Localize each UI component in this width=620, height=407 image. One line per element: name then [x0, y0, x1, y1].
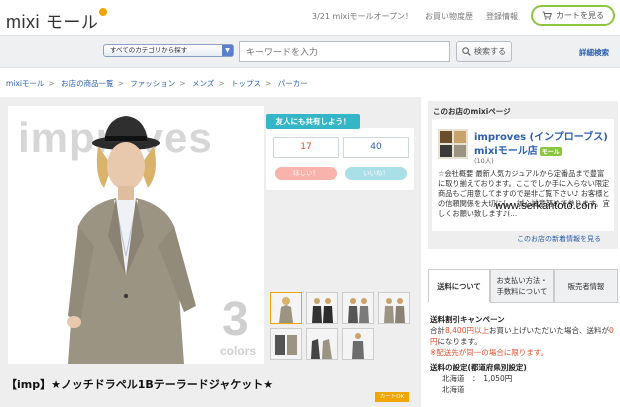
thumbnail-image	[343, 293, 373, 323]
search-button-label: 検索する	[474, 47, 506, 56]
thumbnail[interactable]	[306, 328, 338, 360]
tab-shipping[interactable]: 送料について	[428, 269, 490, 303]
thumbnail-image	[271, 293, 301, 323]
registration-info-link[interactable]: 登録情報	[486, 11, 518, 22]
product-title: 【imp】★ノッチドラペル1Bテーラードジャケット★	[6, 378, 274, 391]
breadcrumb-separator: >	[218, 79, 225, 88]
breadcrumb: mixiモール > お店の商品一覧 > ファッション > メンズ > トップス > パーカ…	[6, 78, 308, 89]
campaign-amount: 8,400円以上	[445, 326, 489, 335]
thumbnail[interactable]	[306, 292, 338, 324]
shop-avatar[interactable]	[438, 129, 468, 159]
mixi-mall-logo[interactable]: mixi モール	[6, 8, 108, 33]
want-count: 17	[273, 137, 339, 158]
tab-seller-info[interactable]: 販売者情報	[554, 269, 618, 303]
colors-label: colors	[220, 344, 257, 358]
shop-panel-title: このお店のmixiページ	[433, 107, 511, 116]
announce-link[interactable]: 3/21 mixiモールオープン！	[312, 11, 413, 22]
want-button[interactable]: ほしい！	[275, 167, 337, 180]
thumbnail[interactable]	[342, 292, 374, 324]
search-icon	[462, 47, 471, 56]
breadcrumb-item[interactable]: パーカー	[278, 79, 308, 88]
breadcrumb-separator: >	[179, 79, 186, 88]
region-name: 北海道	[442, 374, 465, 383]
campaign-title: 送料割引キャンペーン	[430, 315, 505, 324]
search-button[interactable]: 検索する	[456, 41, 512, 62]
thumbnail-image	[307, 293, 337, 323]
category-select[interactable]: すべてのカテゴリから探す ▼	[103, 44, 234, 57]
mall-badge: モール	[539, 146, 562, 156]
cart-label: カートを見る	[556, 11, 604, 20]
thumbnail[interactable]	[342, 328, 374, 360]
region-title: 送料の設定(都道府県別設定)	[430, 363, 527, 372]
shop-mixi-panel: このお店のmixiページ improves (インプローブス) mixiモール店…	[428, 101, 618, 249]
info-tabs: 送料について お支払い方法・手数料について 販売者情報	[428, 269, 618, 303]
shop-new-arrivals-link[interactable]: このお店の新着情報を見る	[517, 234, 601, 244]
breadcrumb-item[interactable]: トップス	[231, 79, 261, 88]
shipping-info: 送料割引キャンペーン 合計8,400円以上お買い上げいただいた場合、送料が0円に…	[430, 314, 616, 395]
purchase-history-link[interactable]: お買い物度歴	[425, 11, 473, 22]
breadcrumb-separator: >	[117, 79, 124, 88]
cart-ok-badge: カートOK	[375, 392, 409, 402]
thumbnail-image	[271, 329, 301, 359]
region-row: 北海道 ： 1,050円	[442, 374, 513, 383]
thumbnail-image	[343, 329, 373, 359]
logo-suffix: モール	[45, 13, 99, 33]
colors-count: 3	[222, 293, 249, 346]
breadcrumb-separator: >	[265, 79, 272, 88]
shop-card: improves (インプローブス) mixiモール店 モール (10人) ☆会社…	[432, 119, 614, 231]
logo-text: mixi	[6, 12, 40, 32]
campaign-suffix: になります。	[437, 337, 482, 346]
campaign-middle: お買い上げいただいた場合、送料が	[488, 326, 609, 335]
cart-icon	[542, 11, 552, 20]
category-select-value: すべてのカテゴリから探す	[110, 46, 188, 54]
search-input[interactable]	[239, 41, 450, 62]
advanced-search-link[interactable]: 詳細検索	[579, 47, 609, 58]
like-count: 40	[343, 137, 409, 158]
watermark-text: www.serkantoto.com	[495, 200, 597, 212]
campaign-prefix: 合計	[430, 326, 445, 335]
view-cart-button[interactable]: カートを見る	[531, 5, 615, 26]
region-price: 1,050円	[483, 374, 513, 383]
breadcrumb-separator: >	[48, 79, 55, 88]
breadcrumb-item[interactable]: ファッション	[130, 79, 175, 88]
chevron-down-icon: ▼	[222, 45, 233, 56]
share-header: 友人にも共有しよう！	[266, 114, 360, 129]
breadcrumb-item[interactable]: メンズ	[192, 79, 214, 88]
like-button[interactable]: いいね！	[345, 167, 407, 180]
breadcrumb-item[interactable]: お店の商品一覧	[61, 79, 114, 88]
logo-badge-icon	[99, 8, 108, 16]
product-main-image[interactable]: improves 3 colors	[8, 106, 264, 364]
region-row-2: 北海道	[442, 385, 465, 394]
thumbnail-image	[307, 329, 337, 359]
thumbnail[interactable]	[270, 328, 302, 360]
campaign-note: ※配送先が同一の場合に限ります。	[430, 348, 549, 357]
tab-payment[interactable]: お支払い方法・手数料について	[490, 269, 554, 303]
campaign-text: 合計8,400円以上お買い上げいただいた場合、送料が0円になります。	[430, 325, 616, 347]
member-count: (10人)	[474, 157, 494, 165]
thumbnail-image	[379, 293, 409, 323]
thumbnail[interactable]	[378, 292, 410, 324]
shop-name[interactable]: improves (インプローブス)	[474, 128, 608, 143]
thumbnail[interactable]	[270, 292, 302, 324]
breadcrumb-item[interactable]: mixiモール	[6, 79, 44, 88]
